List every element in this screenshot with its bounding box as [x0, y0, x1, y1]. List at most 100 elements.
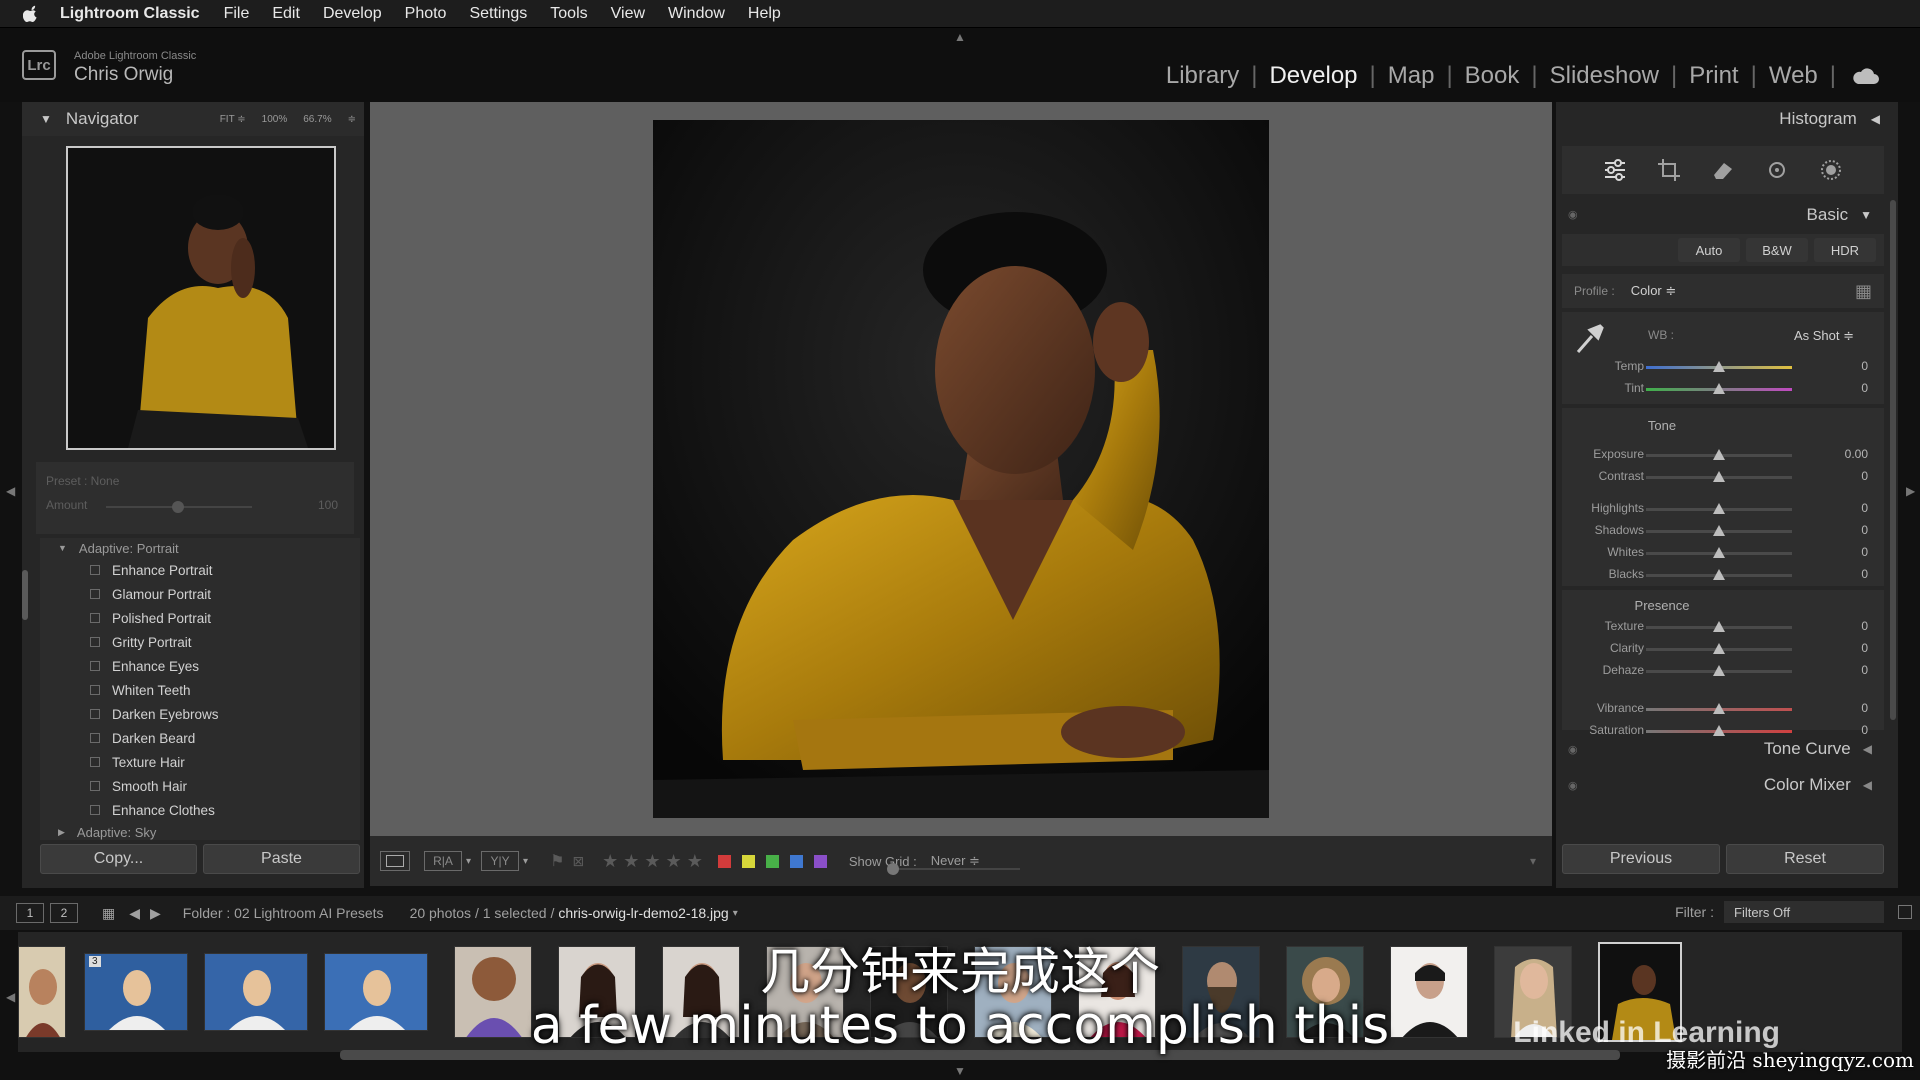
- edit-sliders-icon[interactable]: [1602, 157, 1628, 183]
- module-map[interactable]: Map: [1376, 62, 1447, 90]
- forward-arrow-icon[interactable]: ▶: [150, 905, 161, 922]
- basic-panel-header[interactable]: ◉ Basic ▼: [1562, 200, 1884, 230]
- main-photo[interactable]: [653, 120, 1269, 818]
- slider-knob[interactable]: [1713, 383, 1725, 394]
- slider-track[interactable]: [1646, 703, 1792, 714]
- preset-item[interactable]: Darken Beard: [40, 726, 360, 750]
- slider-knob[interactable]: [1713, 525, 1725, 536]
- slider-track[interactable]: [1646, 665, 1792, 676]
- slider-value[interactable]: 0: [1861, 701, 1868, 715]
- expand-triangle-icon[interactable]: ▼: [58, 543, 67, 553]
- preset-item[interactable]: Smooth Hair: [40, 774, 360, 798]
- slider-track[interactable]: [1646, 449, 1792, 460]
- slider-dehaze[interactable]: Dehaze 0: [1562, 660, 1884, 682]
- right-panel-toggle-icon[interactable]: ▶: [1906, 484, 1915, 498]
- folder-source[interactable]: Folder : 02 Lightroom AI Presets: [183, 905, 384, 921]
- slider-track[interactable]: [1646, 725, 1792, 736]
- preset-item[interactable]: Texture Hair: [40, 750, 360, 774]
- apple-icon[interactable]: [20, 3, 42, 25]
- selected-filename[interactable]: chris-orwig-lr-demo2-18.jpg: [558, 905, 728, 921]
- dropdown-arrow-icon[interactable]: ▾: [466, 856, 471, 867]
- slider-vibrance[interactable]: Vibrance 0: [1562, 698, 1884, 720]
- module-print[interactable]: Print: [1677, 62, 1750, 90]
- crop-icon[interactable]: [1656, 157, 1682, 183]
- toolbar-menu-icon[interactable]: ▾: [1530, 854, 1536, 868]
- tone-curve-header[interactable]: ◉ Tone Curve ◀: [1562, 734, 1884, 764]
- flag-reject-icon[interactable]: ⊠: [572, 853, 584, 870]
- expand-triangle-icon[interactable]: ▶: [58, 827, 65, 838]
- menu-settings[interactable]: Settings: [469, 5, 527, 23]
- masking-icon[interactable]: [1818, 157, 1844, 183]
- module-web[interactable]: Web: [1757, 62, 1830, 90]
- menu-window[interactable]: Window: [668, 5, 725, 23]
- slider-knob[interactable]: [1713, 449, 1725, 460]
- loupe-view-icon[interactable]: [380, 851, 410, 871]
- module-library[interactable]: Library: [1154, 62, 1251, 90]
- back-arrow-icon[interactable]: ◀: [129, 905, 140, 922]
- zoom-100[interactable]: 100%: [262, 114, 288, 125]
- bottom-panel-toggle-icon[interactable]: ▼: [954, 1064, 966, 1078]
- zoom-custom[interactable]: 66.7%: [303, 114, 331, 125]
- filename-dropdown-icon[interactable]: ▾: [733, 908, 738, 919]
- slider-value[interactable]: 0: [1861, 469, 1868, 483]
- left-panel-scrollbar[interactable]: [22, 570, 28, 620]
- amount-slider-knob[interactable]: [172, 501, 184, 513]
- grid-size-slider-knob[interactable]: [887, 863, 899, 875]
- collapse-left-icon[interactable]: ◀: [1863, 778, 1872, 792]
- slider-knob[interactable]: [1713, 703, 1725, 714]
- menu-edit[interactable]: Edit: [272, 5, 300, 23]
- zoom-fit[interactable]: FIT ≑: [220, 114, 246, 125]
- slider-track[interactable]: [1646, 547, 1792, 558]
- slider-clarity[interactable]: Clarity 0: [1562, 638, 1884, 660]
- slider-value[interactable]: 0: [1861, 501, 1868, 515]
- bw-button[interactable]: B&W: [1746, 238, 1808, 262]
- menu-view[interactable]: View: [611, 5, 645, 23]
- slider-knob[interactable]: [1713, 471, 1725, 482]
- color-label-yellow[interactable]: [741, 854, 755, 868]
- grid-view-icon[interactable]: ▦: [102, 905, 115, 922]
- module-develop[interactable]: Develop: [1257, 62, 1369, 90]
- menu-tools[interactable]: Tools: [550, 5, 587, 23]
- menu-file[interactable]: File: [224, 5, 250, 23]
- slider-track[interactable]: [1646, 569, 1792, 580]
- color-mixer-header[interactable]: ◉ Color Mixer ◀: [1562, 770, 1884, 800]
- menu-photo[interactable]: Photo: [405, 5, 447, 23]
- preset-item[interactable]: Enhance Clothes: [40, 798, 360, 822]
- slider-knob[interactable]: [1713, 665, 1725, 676]
- slider-exposure[interactable]: Exposure 0.00: [1562, 444, 1884, 466]
- copy-button[interactable]: Copy...: [40, 844, 197, 874]
- dropdown-arrow-icon[interactable]: ▾: [523, 856, 528, 867]
- profile-select[interactable]: Color ≑: [1631, 283, 1677, 299]
- slider-value[interactable]: 0: [1861, 523, 1868, 537]
- slider-whites[interactable]: Whites 0: [1562, 542, 1884, 564]
- preset-item[interactable]: Glamour Portrait: [40, 582, 360, 606]
- slider-knob[interactable]: [1713, 503, 1725, 514]
- collapse-triangle-icon[interactable]: ▼: [40, 112, 52, 126]
- slider-track[interactable]: [1646, 525, 1792, 536]
- page-1-button[interactable]: 1: [16, 903, 44, 923]
- preset-item[interactable]: Enhance Portrait: [40, 558, 360, 582]
- slider-value[interactable]: 0: [1861, 619, 1868, 633]
- slider-blacks[interactable]: Blacks 0: [1562, 564, 1884, 586]
- module-slideshow[interactable]: Slideshow: [1538, 62, 1671, 90]
- preset-item[interactable]: Darken Eyebrows: [40, 702, 360, 726]
- show-grid-select[interactable]: Never ≑: [931, 853, 980, 869]
- slider-temp[interactable]: Temp 0: [1562, 356, 1884, 378]
- previous-button[interactable]: Previous: [1562, 844, 1720, 874]
- slider-knob[interactable]: [1713, 621, 1725, 632]
- slider-track[interactable]: [1646, 383, 1792, 394]
- slider-value[interactable]: 0: [1861, 641, 1868, 655]
- reset-button[interactable]: Reset: [1726, 844, 1884, 874]
- slider-value[interactable]: 0: [1861, 359, 1868, 373]
- navigator-preview[interactable]: [66, 146, 336, 450]
- color-label-green[interactable]: [765, 854, 779, 868]
- app-menu[interactable]: Lightroom Classic: [60, 5, 200, 23]
- color-label-blue[interactable]: [789, 854, 803, 868]
- hdr-button[interactable]: HDR: [1814, 238, 1876, 262]
- slider-knob[interactable]: [1713, 547, 1725, 558]
- preset-group-adaptive-sky[interactable]: ▶ Adaptive: Sky: [40, 822, 360, 840]
- cloud-icon[interactable]: [1850, 66, 1880, 86]
- collapse-left-icon[interactable]: ◀: [1871, 112, 1880, 126]
- slider-track[interactable]: [1646, 361, 1792, 372]
- panel-visibility-eye-icon[interactable]: ◉: [1568, 208, 1578, 221]
